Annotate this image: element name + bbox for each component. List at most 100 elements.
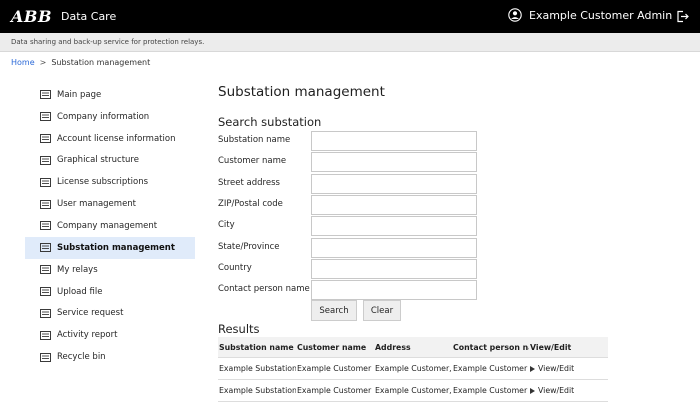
page-title: Substation management [218, 84, 385, 100]
menu-item-icon [40, 177, 51, 187]
service-description: Data sharing and back-up service for pro… [11, 38, 205, 46]
form-row-substation-name: Substation name [218, 131, 478, 151]
menu-item-icon [40, 112, 51, 122]
substation-name-input[interactable] [311, 131, 477, 151]
field-label-contact-person-name: Contact person name [218, 284, 310, 295]
field-label-substation-name: Substation name [218, 135, 291, 145]
cell-contact-person: Example Customer F [453, 386, 529, 395]
sidebar-nav: Main page Company information Account lice… [25, 84, 195, 368]
form-row-contact-person-name: Contact person name [218, 280, 478, 301]
country-input[interactable] [311, 258, 477, 279]
menu-item-icon [40, 308, 51, 318]
sidebar-item-company-management[interactable]: Company management [25, 215, 195, 237]
sidebar-item-label: My relays [57, 264, 98, 275]
menu-item-icon [40, 243, 51, 253]
sidebar-item-main-page[interactable]: Main page [25, 84, 195, 106]
table-row: Example Substation Example Customer Exampl… [218, 358, 608, 380]
cell-substation-name: Example Substation [219, 364, 296, 373]
view-edit-action[interactable]: View/Edit [530, 386, 574, 395]
view-edit-link[interactable]: View/Edit [530, 358, 608, 379]
breadcrumb-home-link[interactable]: Home [11, 58, 35, 67]
column-header-customer[interactable]: Customer name [297, 337, 373, 357]
top-bar: ABB Data Care Example Customer Admin [0, 0, 700, 33]
breadcrumb-current: Substation management [51, 58, 151, 67]
sidebar-item-label: Recycle bin [57, 352, 106, 363]
form-row-zip-postal-code: ZIP/Postal code [218, 194, 478, 215]
results-title: Results [218, 322, 260, 336]
clear-button[interactable]: Clear [363, 300, 401, 321]
field-label-street-address: Street address [218, 177, 280, 188]
cell-customer-name: Example Customer [297, 386, 372, 395]
results-table: Substation name Customer name Address Co… [218, 337, 608, 402]
logout-icon[interactable] [676, 10, 689, 23]
sidebar-item-label: Upload file [57, 286, 103, 297]
field-label-customer-name: Customer name [218, 156, 287, 167]
sidebar-item-label: License subscriptions [57, 177, 149, 188]
play-arrow-icon [530, 387, 535, 394]
search-section-title: Search substation [218, 115, 322, 129]
customer-name-input[interactable] [311, 152, 477, 173]
form-row-customer-name: Customer name [218, 152, 478, 173]
column-header-contact[interactable]: Contact person nan [453, 337, 529, 357]
cell-customer-name: Example Customer [297, 364, 372, 373]
cell-contact-person: Example Customer F [453, 364, 529, 373]
view-edit-label: View/Edit [538, 364, 575, 373]
sidebar-item-label: Graphical structure [57, 155, 139, 166]
breadcrumb: Home > Substation management [11, 58, 150, 67]
column-header-substation[interactable]: Substation name [219, 337, 296, 357]
sidebar-item-upload-file[interactable]: Upload file [25, 281, 195, 303]
street-address-input[interactable] [311, 173, 477, 194]
menu-item-icon [40, 330, 51, 340]
view-edit-label: View/Edit [538, 386, 575, 395]
menu-item-icon [40, 221, 51, 231]
sidebar-item-label: Service request [57, 308, 124, 319]
cell-address: Example Customer, : [375, 386, 453, 395]
abb-logo[interactable]: ABB [11, 6, 52, 26]
sidebar-item-activity-report[interactable]: Activity report [25, 324, 195, 346]
form-row-state-province: State/Province [218, 237, 478, 258]
play-arrow-icon [530, 365, 535, 372]
state-province-input[interactable] [311, 237, 477, 258]
breadcrumb-separator: > [39, 58, 47, 67]
sidebar-item-user-management[interactable]: User management [25, 193, 195, 215]
form-row-street-address: Street address [218, 173, 478, 194]
view-edit-action[interactable]: View/Edit [530, 364, 574, 373]
sidebar-item-company-information[interactable]: Company information [25, 106, 195, 128]
sidebar-item-graphical-structure[interactable]: Graphical structure [25, 150, 195, 172]
sidebar-item-substation-management[interactable]: Substation management [25, 236, 195, 259]
menu-item-icon [40, 134, 51, 144]
field-label-zip-postal-code: ZIP/Postal code [218, 198, 283, 209]
user-name[interactable]: Example Customer Admin [529, 9, 672, 22]
cell-substation-name: Example Substation [219, 386, 296, 395]
sidebar-item-recycle-bin[interactable]: Recycle bin [25, 346, 195, 368]
cell-address: Example Customer, : [375, 364, 453, 373]
city-input[interactable] [311, 216, 477, 237]
table-row: Example Substation Example Customer Exampl… [218, 380, 608, 402]
sidebar-item-label: User management [57, 199, 137, 210]
sidebar-item-account-license-information[interactable]: Account license information [25, 128, 195, 150]
field-label-city: City [218, 220, 235, 231]
contact-person-name-input[interactable] [311, 280, 477, 301]
sidebar-item-label: Activity report [57, 330, 118, 341]
user-circle-icon[interactable] [508, 8, 522, 22]
sidebar-item-my-relays[interactable]: My relays [25, 259, 195, 281]
field-label-state-province: State/Province [218, 241, 280, 252]
menu-item-icon [40, 155, 51, 165]
logo-text: ABB [11, 6, 52, 26]
menu-item-icon [40, 352, 51, 362]
view-edit-link[interactable]: View/Edit [530, 380, 608, 401]
menu-item-icon [40, 199, 51, 209]
column-header-view-edit: View/Edit [530, 342, 572, 352]
sidebar-item-service-request[interactable]: Service request [25, 302, 195, 324]
field-label-country: Country [218, 262, 252, 273]
sidebar-item-license-subscriptions[interactable]: License subscriptions [25, 171, 195, 193]
table-header-row: Substation name Customer name Address Co… [218, 337, 608, 358]
zip-postal-code-input[interactable] [311, 194, 477, 215]
menu-item-icon [40, 90, 51, 100]
app-title: Data Care [61, 10, 117, 23]
sidebar-item-label: Company information [57, 111, 150, 122]
search-button[interactable]: Search [311, 300, 357, 321]
column-header-address[interactable]: Address [375, 337, 453, 357]
sidebar-item-label: Company management [57, 220, 158, 231]
form-row-city: City [218, 216, 478, 237]
